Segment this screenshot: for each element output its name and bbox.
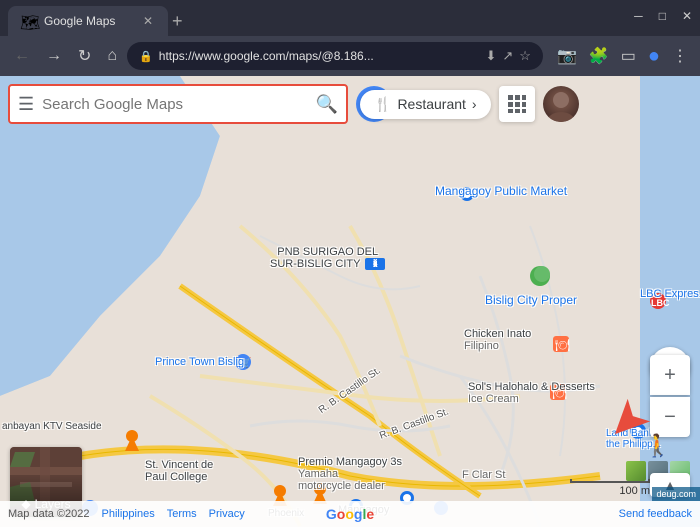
filter-bar: 🍴 Restaurant › — [360, 86, 579, 122]
zoom-controls: + − — [650, 355, 690, 437]
user-avatar[interactable] — [543, 86, 579, 122]
minimize-button[interactable]: ─ — [634, 9, 643, 23]
bookmark-icon[interactable]: ☆ — [519, 48, 531, 64]
active-tab[interactable]: 🗺 Google Maps ✕ — [8, 6, 168, 36]
svg-text:🍽: 🍽 — [555, 338, 570, 352]
new-tab-button[interactable]: + — [172, 11, 183, 32]
philippines-link[interactable]: Philippines — [102, 508, 155, 520]
layers-diamond-icon: ◆ — [21, 497, 30, 511]
share-icon[interactable]: ↗ — [502, 48, 513, 64]
restaurant-filter[interactable]: 🍴 Restaurant › — [360, 90, 491, 119]
pegman-icon[interactable]: 🚶 — [644, 433, 671, 459]
forward-button[interactable]: → — [40, 43, 68, 69]
hamburger-menu-icon[interactable]: ☰ — [18, 94, 34, 115]
zoom-out-button[interactable]: − — [650, 397, 690, 437]
tab-close-button[interactable]: ✕ — [140, 13, 156, 29]
zoom-in-button[interactable]: + — [650, 355, 690, 395]
search-box[interactable]: ☰ 🔍 — [8, 84, 348, 124]
google-logo: Google — [326, 506, 374, 522]
maximize-button[interactable]: □ — [659, 9, 666, 23]
chevron-icon: › — [472, 96, 477, 112]
browser-actions: 📷 🧩 ▭ ● ⋮ — [553, 43, 692, 70]
place-fclar: F Clar St — [462, 469, 505, 481]
sv-thumb-1 — [626, 461, 646, 481]
place-mangagoy-market: Mangagoy Public Market — [435, 184, 567, 198]
privacy-link[interactable]: Privacy — [209, 508, 245, 520]
nav-bar: ← → ↻ ⌂ 🔒 https://www.google.com/maps/@8… — [0, 36, 700, 76]
home-button[interactable]: ⌂ — [101, 43, 123, 69]
download-icon[interactable]: ⬇ — [485, 48, 496, 64]
search-icon[interactable]: 🔍 — [316, 94, 338, 115]
reload-button[interactable]: ↻ — [72, 42, 97, 70]
watermark: deug.com — [652, 487, 700, 501]
place-prince-town: Prince Town Bislig — [155, 356, 244, 368]
address-icons: ⬇ ↗ ☆ — [485, 48, 530, 64]
grid-view-button[interactable] — [499, 86, 535, 122]
place-pnb: PNB SURIGAO DEL SUR-BISLIG CITY ℹ — [270, 246, 385, 270]
tab-title: Google Maps — [44, 14, 132, 28]
menu-button[interactable]: ⋮ — [668, 44, 692, 68]
scale-text: 100 m — [619, 485, 650, 497]
place-ktv: anbayan KTV Seaside — [2, 421, 102, 432]
place-sols: Sol's Halohalo & Desserts Ice Cream — [468, 381, 595, 405]
scale-line — [570, 479, 650, 483]
place-college: St. Vincent de Paul College — [145, 459, 213, 483]
restaurant-icon: 🍴 — [374, 96, 391, 113]
terms-link[interactable]: Terms — [167, 508, 197, 520]
tab-favicon: 🗺 — [20, 13, 36, 29]
sidebar-toggle-icon[interactable]: ▭ — [617, 44, 640, 68]
profile-icon[interactable]: ● — [644, 43, 664, 70]
extensions-icon[interactable]: 🧩 — [585, 44, 613, 68]
search-overlay: ☰ 🔍 — [8, 84, 692, 124]
place-bislig: Bislig City Proper — [485, 293, 577, 307]
address-text: https://www.google.com/maps/@8.186... — [159, 49, 480, 63]
place-premio: Premio Mangagoy 3s Yamaha motorcycle dea… — [298, 456, 402, 492]
screenshot-icon[interactable]: 📷 — [553, 44, 581, 68]
back-button[interactable]: ← — [8, 43, 36, 69]
feedback-link[interactable]: Send feedback — [619, 508, 692, 520]
browser-chrome: 🗺 Google Maps ✕ + ─ □ ✕ ← → ↻ ⌂ 🔒 https:… — [0, 0, 700, 76]
place-lbc: LBC Expres... — [640, 288, 700, 300]
title-bar: 🗺 Google Maps ✕ + ─ □ ✕ — [0, 0, 700, 36]
lock-icon: 🔒 — [139, 50, 153, 63]
address-bar[interactable]: 🔒 https://www.google.com/maps/@8.186... … — [127, 42, 543, 70]
map-container[interactable]: 🛒 🍽 🍽 LBC ☰ — [0, 76, 700, 527]
restaurant-label: Restaurant — [397, 96, 465, 112]
search-input[interactable] — [42, 96, 307, 113]
close-button[interactable]: ✕ — [682, 9, 692, 23]
layers-label: ◆ Layers — [21, 497, 70, 511]
place-chicken: Chicken Inato Filipino — [464, 328, 531, 352]
bottom-bar: Map data ©2022 Philippines Terms Privacy… — [0, 501, 700, 527]
window-controls: ─ □ ✕ — [634, 9, 692, 23]
scale-bar: 100 m — [570, 479, 650, 497]
